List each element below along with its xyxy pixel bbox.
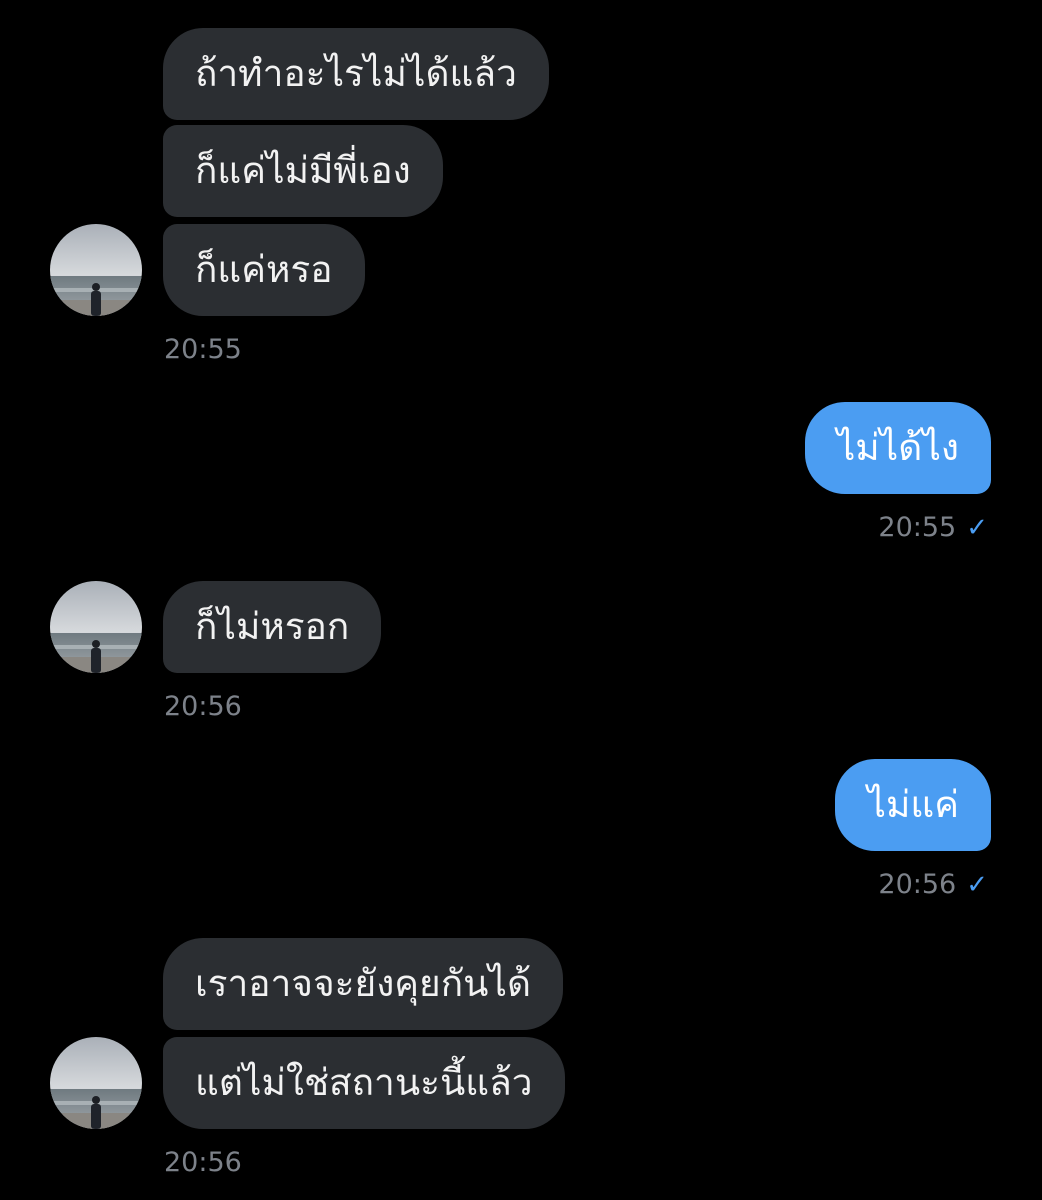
message-bubble-incoming[interactable]: เราอาจจะยังคุยกันได้ bbox=[163, 938, 564, 1030]
contact-avatar[interactable] bbox=[50, 1037, 142, 1129]
timestamp: 20:55 bbox=[878, 512, 957, 543]
message-bubble-incoming[interactable]: ก็แค่ไม่มีพี่เอง bbox=[163, 125, 443, 217]
checkmark-icon: ✓ bbox=[966, 513, 988, 543]
timestamp-with-receipt: 20:55 ✓ bbox=[878, 511, 988, 545]
avatar-photo-icon bbox=[50, 581, 142, 673]
message-bubble-outgoing[interactable]: ไม่ได้ไง bbox=[804, 402, 991, 494]
contact-avatar[interactable] bbox=[50, 224, 142, 316]
timestamp: 20:55 bbox=[164, 334, 242, 365]
checkmark-icon: ✓ bbox=[966, 870, 988, 900]
message-bubble-incoming[interactable]: ก็แค่หรอ bbox=[163, 224, 365, 316]
avatar-photo-icon bbox=[50, 224, 142, 316]
timestamp: 20:56 bbox=[164, 691, 242, 722]
message-bubble-incoming[interactable]: ถ้าทำอะไรไม่ได้แล้ว bbox=[163, 28, 549, 120]
timestamp: 20:56 bbox=[878, 869, 957, 900]
chat-thread: ถ้าทำอะไรไม่ได้แล้ว ก็แค่ไม่มีพี่เอง ก็แ… bbox=[0, 0, 1042, 1200]
contact-avatar[interactable] bbox=[50, 581, 142, 673]
timestamp: 20:56 bbox=[164, 1147, 242, 1178]
message-bubble-incoming[interactable]: แต่ไม่ใช่สถานะนี้แล้ว bbox=[163, 1037, 565, 1129]
timestamp-with-receipt: 20:56 ✓ bbox=[878, 868, 988, 902]
message-bubble-incoming[interactable]: ก็ไม่หรอก bbox=[163, 581, 382, 673]
avatar-photo-icon bbox=[50, 1037, 142, 1129]
message-bubble-outgoing[interactable]: ไม่แค่ bbox=[835, 759, 991, 851]
